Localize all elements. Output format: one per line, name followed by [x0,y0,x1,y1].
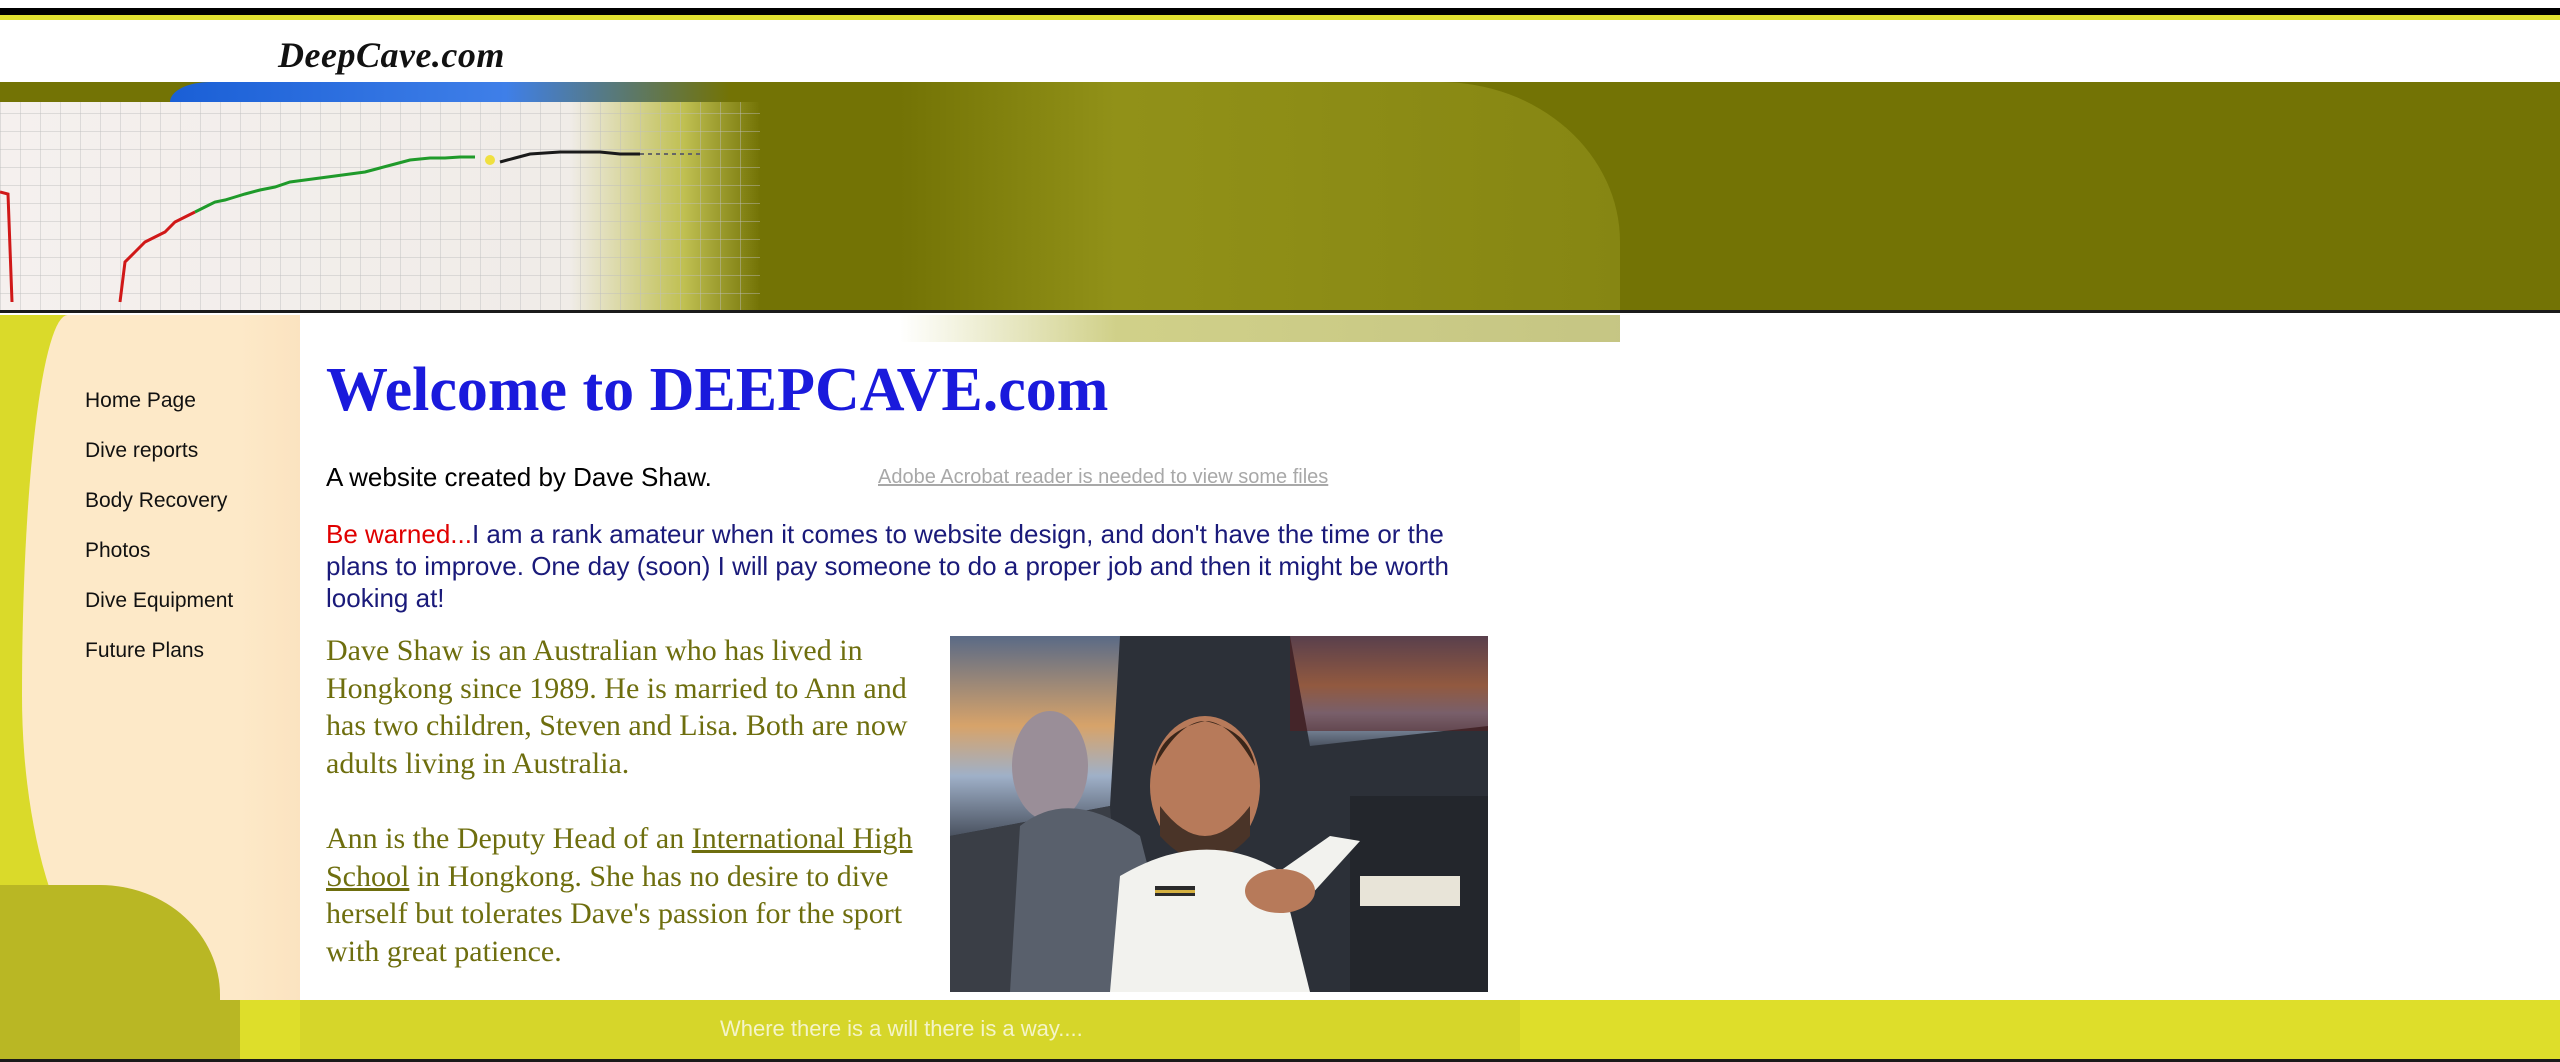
graph-black-line [499,150,640,164]
nav-item-home-page[interactable]: Home Page [85,388,233,438]
nav-item-photos[interactable]: Photos [85,538,233,588]
graph-green-line [194,155,475,214]
nav-item-dive-equipment[interactable]: Dive Equipment [85,588,233,638]
bio-paragraph-2-before: Ann is the Deputy Head of an [326,822,692,855]
nav-item-dive-reports[interactable]: Dive reports [85,438,233,488]
footer-bar [0,1000,2560,1062]
graph-red-line [0,190,196,303]
bio-paragraph-1: Dave Shaw is an Australian who has lived… [326,634,908,780]
bio-paragraph-2: Ann is the Deputy Head of an Internation… [326,820,926,970]
nav-item-future-plans[interactable]: Future Plans [85,638,233,688]
site-byline: A website created by Dave Shaw. [326,462,712,492]
page: DeepCave.com Home Page Dive reports Body… [0,0,2560,1062]
page-title: Welcome to DEEPCAVE.com [326,356,1109,424]
warning-text: I am a rank amateur when it comes to web… [326,519,1449,613]
warning-lead: Be warned... [326,519,472,549]
left-sidebar-stripe [240,315,300,1000]
header-blue-swoosh [170,82,730,102]
bio-paragraph-2-after: in Hongkong. She has no desire to dive h… [326,859,903,968]
dive-profile-graph [0,150,700,303]
header-decorative-curve [900,82,1620,342]
graph-marker [485,155,495,165]
nav-item-body-recovery[interactable]: Body Recovery [85,488,233,538]
amateur-warning: Be warned...I am a rank amateur when it … [326,518,1506,614]
footer-left-panel [0,1000,240,1059]
site-logo[interactable]: DeepCave.com [278,34,505,76]
header-bottom-rule [0,310,2560,315]
pilot-cockpit-photo [950,636,1488,992]
pilot-cockpit-photo-art [950,636,1488,992]
header-top-rule [0,0,2560,15]
acrobat-reader-link[interactable]: Adobe Acrobat reader is needed to view s… [878,466,1328,489]
main-navigation: Home Page Dive reports Body Recovery Pho… [85,388,233,688]
footer-motto: Where there is a will there is a way.... [720,1016,1083,1041]
